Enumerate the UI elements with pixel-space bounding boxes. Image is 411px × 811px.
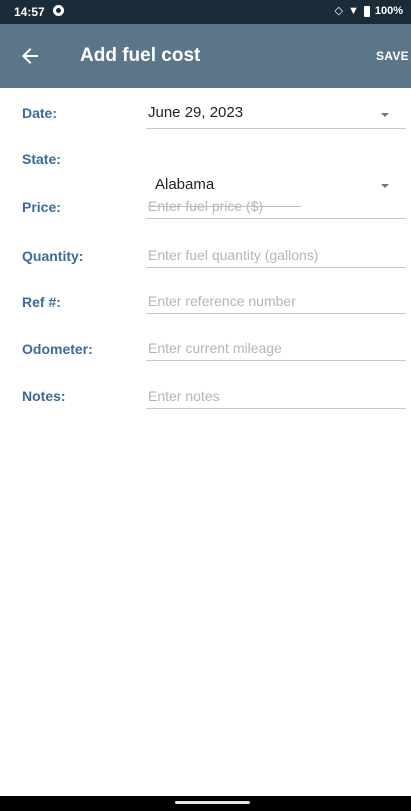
home-handle[interactable] — [175, 801, 250, 804]
notes-label: Notes: — [22, 388, 66, 404]
ref-input[interactable] — [146, 288, 406, 314]
odometer-input[interactable] — [146, 335, 406, 361]
screen: 14:57 ◇ ▼ 100% Add fuel cost SAVE Date: … — [0, 0, 411, 811]
state-dropdown[interactable]: Alabama — [155, 176, 214, 193]
state-dropdown-line — [148, 206, 301, 207]
date-picker[interactable]: June 29, 2023 — [148, 104, 243, 121]
price-label: Price: — [22, 199, 61, 215]
status-icons: ◇ ▼ 100% — [335, 4, 404, 18]
status-time: 14:57 — [14, 5, 45, 19]
status-bar: 14:57 ◇ ▼ 100% — [0, 0, 411, 24]
odometer-label: Odometer: — [22, 341, 93, 357]
ref-label: Ref #: — [22, 294, 61, 310]
app-bar: Add fuel cost SAVE — [0, 24, 411, 88]
date-underline — [146, 128, 406, 129]
quantity-input[interactable] — [146, 242, 406, 268]
state-dropdown-icon[interactable] — [381, 184, 389, 188]
date-label: Date: — [22, 105, 58, 121]
cast-icon: ◇ — [334, 5, 343, 17]
navigation-bar — [0, 796, 411, 811]
battery-percent: 100% — [374, 5, 403, 17]
save-button[interactable]: SAVE — [376, 49, 409, 63]
state-label: State: — [22, 151, 61, 167]
battery-icon — [363, 5, 370, 17]
quantity-label: Quantity: — [22, 248, 84, 264]
wifi-icon: ▼ — [347, 5, 359, 17]
notes-input[interactable] — [146, 383, 406, 409]
date-dropdown-icon[interactable] — [381, 113, 389, 117]
page-title: Add fuel cost — [80, 45, 201, 66]
arrow-left-icon[interactable] — [18, 44, 42, 68]
app-notification-icon — [53, 5, 64, 16]
